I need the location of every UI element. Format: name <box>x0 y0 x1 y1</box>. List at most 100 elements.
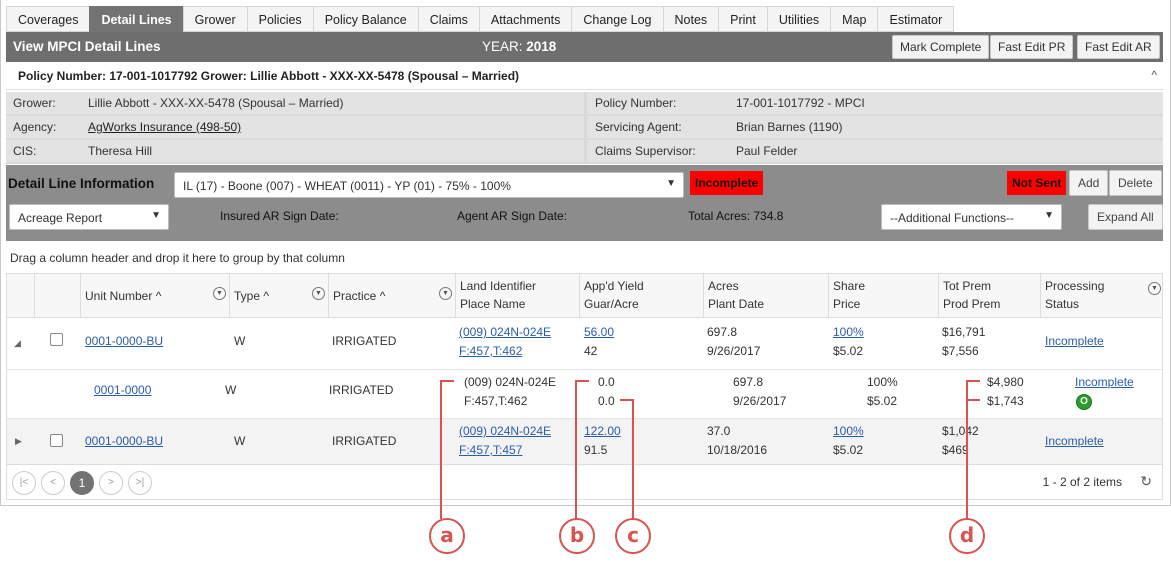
prod-prem-header-label: Prod Prem <box>943 297 1001 311</box>
fast-edit-pr-button[interactable]: Fast Edit PR <box>990 35 1074 59</box>
previous-page-icon[interactable]: < <box>41 471 65 495</box>
detail-line-select-value: IL (17) - Boone (007) - WHEAT (0011) - Y… <box>183 179 511 193</box>
first-page-icon[interactable]: |< <box>12 471 36 495</box>
prod-prem-cell: $1,743 <box>987 394 1024 408</box>
place-name-link[interactable]: F:457,T:457 <box>459 443 522 457</box>
row-checkbox[interactable] <box>50 333 63 346</box>
row-checkbox[interactable] <box>50 434 63 447</box>
callout-a: a <box>429 518 465 554</box>
practice-header[interactable]: Practice ^ ▼ <box>328 274 455 318</box>
tot-prem-cell: $4,980 <box>987 375 1024 389</box>
appd-yield-header[interactable]: App'd Yield Guar/Acre <box>579 274 703 318</box>
sub-table-row[interactable]: 0001-0000 W IRRIGATED (009) 024N-024E F:… <box>7 369 1162 418</box>
status-link[interactable]: Incomplete <box>1075 375 1134 389</box>
page-title: View MPCI Detail Lines <box>13 39 161 54</box>
land-identifier-link[interactable]: (009) 024N-024E <box>459 325 551 339</box>
pager-summary: 1 - 2 of 2 items <box>1042 475 1122 489</box>
report-type-select[interactable]: Acreage Report ▼ <box>9 204 169 230</box>
tab-utilities[interactable]: Utilities <box>766 6 831 32</box>
unit-number-link[interactable]: 0001-0000-BU <box>85 334 163 348</box>
group-drop-hint[interactable]: Drag a column header and drop it here to… <box>10 251 345 265</box>
acres-header[interactable]: Acres Plant Date <box>703 274 828 318</box>
agent-ar-sign-date-label: Agent AR Sign Date: <box>457 209 568 223</box>
expand-row-icon[interactable]: ▶ <box>15 436 22 447</box>
tab-policies[interactable]: Policies <box>246 6 313 32</box>
tab-policy-balance[interactable]: Policy Balance <box>312 6 418 32</box>
status-link[interactable]: Incomplete <box>1045 434 1104 448</box>
appd-yield-link[interactable]: 56.00 <box>584 325 614 339</box>
tab-estimator[interactable]: Estimator <box>877 6 955 32</box>
land-identifier-cell: (009) 024N-024E <box>464 375 557 389</box>
policy-summary-bar[interactable]: Policy Number: 17-001-1017792 Grower: Li… <box>6 62 1163 90</box>
share-header-label: Share <box>833 279 866 293</box>
additional-functions-select[interactable]: --Additional Functions-- ▼ <box>881 204 1062 230</box>
tab-print[interactable]: Print <box>718 6 767 32</box>
prod-prem-cell: $469 <box>942 443 969 457</box>
fast-edit-ar-button[interactable]: Fast Edit AR <box>1077 35 1160 59</box>
practice-header-label: Practice ^ <box>333 289 386 303</box>
mark-complete-button[interactable]: Mark Complete <box>892 35 990 59</box>
filter-icon[interactable]: ▼ <box>312 287 325 300</box>
policy-summary-text: Policy Number: 17-001-1017792 Grower: Li… <box>18 69 520 83</box>
grid-header: Unit Number ^ ▼ Type ^ ▼ Practice ^ ▼ La… <box>7 274 1162 318</box>
year-label: YEAR: <box>482 39 523 54</box>
collapse-icon[interactable]: ^ <box>1151 68 1157 82</box>
type-header-label: Type ^ <box>234 289 269 303</box>
chevron-down-icon: ▼ <box>151 210 161 221</box>
type-header[interactable]: Type ^ ▼ <box>229 274 328 318</box>
processing-header-label: Processing <box>1045 279 1105 293</box>
last-page-icon[interactable]: >| <box>128 471 152 495</box>
servicing-agent-row: Servicing Agent: Brian Barnes (1190) <box>587 116 1163 138</box>
tot-prem-header[interactable]: Tot Prem Prod Prem <box>938 274 1040 318</box>
delete-button[interactable]: Delete <box>1109 170 1162 196</box>
tab-grower[interactable]: Grower <box>182 6 247 32</box>
tab-notes[interactable]: Notes <box>662 6 719 32</box>
tab-attachments[interactable]: Attachments <box>478 6 572 32</box>
expand-all-button[interactable]: Expand All <box>1088 204 1163 230</box>
detail-line-heading: Detail Line Information <box>8 176 155 191</box>
table-row[interactable]: ▶ 0001-0000-BU W IRRIGATED (009) 024N-02… <box>7 418 1162 464</box>
practice-cell: IRRIGATED <box>329 383 394 397</box>
price-header-label: Price <box>833 297 861 311</box>
tab-claims[interactable]: Claims <box>417 6 479 32</box>
callout-line-d <box>966 399 980 401</box>
appd-yield-link[interactable]: 122.00 <box>584 424 621 438</box>
insured-ar-sign-date-label: Insured AR Sign Date: <box>220 209 339 223</box>
tot-prem-cell: $16,791 <box>942 325 986 339</box>
tab-coverages[interactable]: Coverages <box>6 6 90 32</box>
refresh-icon[interactable]: ↻ <box>1140 473 1152 490</box>
unit-number-link[interactable]: 0001-0000-BU <box>85 434 163 448</box>
unit-number-link[interactable]: 0001-0000 <box>94 383 151 397</box>
place-name-link[interactable]: F:457,T:462 <box>459 344 522 358</box>
collapse-row-icon[interactable]: ◢ <box>14 338 21 349</box>
land-identifier-header[interactable]: Land Identifier Place Name <box>455 274 579 318</box>
tab-detail-lines[interactable]: Detail Lines <box>89 6 183 32</box>
guar-acre-cell: 42 <box>584 344 598 358</box>
claims-supervisor-label: Claims Supervisor: <box>595 144 696 158</box>
callout-d: d <box>949 518 985 554</box>
filter-icon[interactable]: ▼ <box>1148 282 1161 295</box>
current-page-button[interactable]: 1 <box>70 471 94 495</box>
tab-change-log[interactable]: Change Log <box>571 6 663 32</box>
land-identifier-header-label: Land Identifier <box>460 279 537 293</box>
agency-row: Agency: AgWorks Insurance (498-50) <box>6 116 584 138</box>
detail-line-select[interactable]: IL (17) - Boone (007) - WHEAT (0011) - Y… <box>174 172 684 198</box>
appd-yield-cell: 0.0 <box>598 375 615 389</box>
price-cell: $5.02 <box>867 394 898 408</box>
table-row[interactable]: ◢ 0001-0000-BU W IRRIGATED (009) 024N-02… <box>7 319 1162 369</box>
filter-icon[interactable]: ▼ <box>439 287 452 300</box>
tab-map[interactable]: Map <box>830 6 878 32</box>
filter-icon[interactable]: ▼ <box>213 287 226 300</box>
policy-number-row: Policy Number: 17-001-1017792 - MPCI <box>587 92 1163 114</box>
land-identifier-link[interactable]: (009) 024N-024E <box>459 424 551 438</box>
share-header[interactable]: Share Price <box>828 274 938 318</box>
next-page-icon[interactable]: > <box>99 471 123 495</box>
detail-status-badge: Incomplete <box>690 171 764 195</box>
processing-status-header[interactable]: Processing Status ▼ <box>1040 274 1162 318</box>
share-link[interactable]: 100% <box>833 325 864 339</box>
unit-number-header[interactable]: Unit Number ^ ▼ <box>80 274 229 318</box>
status-link[interactable]: Incomplete <box>1045 334 1104 348</box>
agency-link[interactable]: AgWorks Insurance (498-50) <box>88 120 241 134</box>
share-link[interactable]: 100% <box>833 424 864 438</box>
add-button[interactable]: Add <box>1069 170 1109 196</box>
